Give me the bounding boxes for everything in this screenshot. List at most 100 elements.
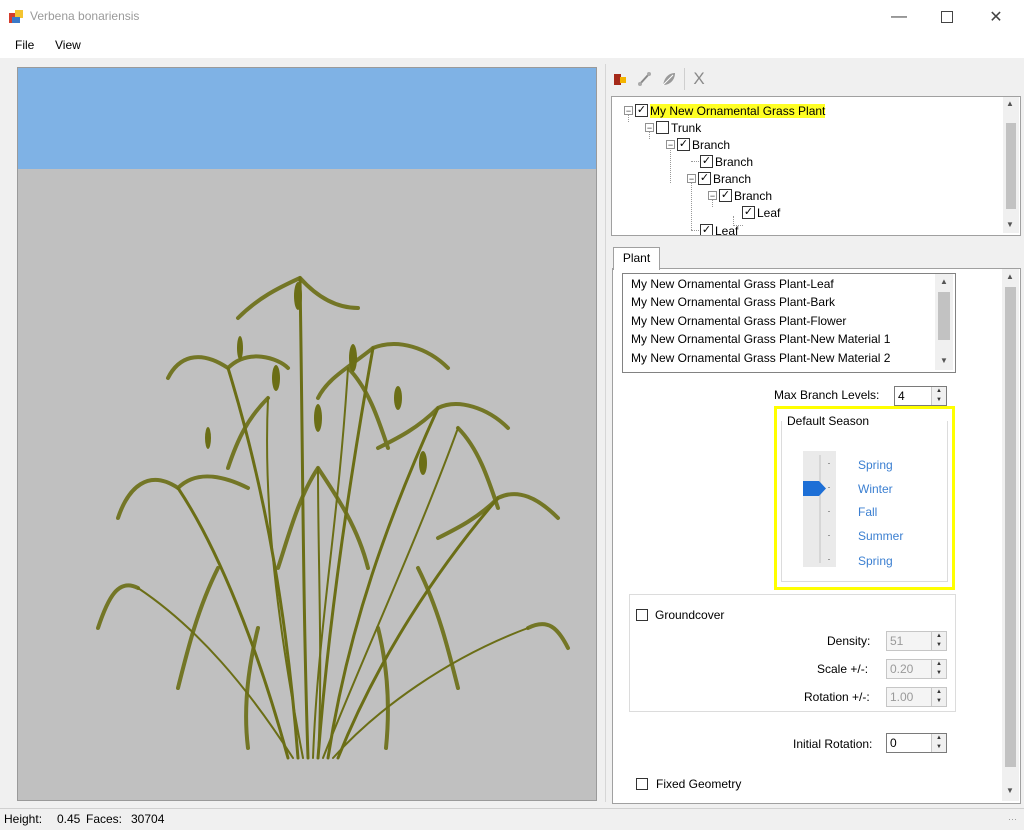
- fixed-geometry-checkbox[interactable]: [636, 778, 648, 790]
- tree-checkbox[interactable]: ✓: [700, 224, 713, 235]
- collapse-icon[interactable]: −: [687, 174, 696, 184]
- delete-icon[interactable]: X: [690, 69, 708, 88]
- leaf-icon[interactable]: [660, 70, 678, 88]
- scroll-down-icon[interactable]: ▼: [1006, 220, 1014, 229]
- spin-arrows-icon[interactable]: ▲ ▼: [931, 632, 946, 650]
- tree-node-trunk[interactable]: − Trunk: [645, 119, 701, 136]
- tree-checkbox[interactable]: ✓: [700, 155, 713, 168]
- list-item[interactable]: My New Ornamental Grass Plant-Leaf: [631, 277, 834, 291]
- tree-connector: [670, 148, 671, 183]
- spin-arrows-icon[interactable]: ▲ ▼: [931, 734, 946, 752]
- scale-value: 0.20: [890, 662, 914, 676]
- tree-checkbox[interactable]: ✓: [742, 206, 755, 219]
- tree-node-leaf[interactable]: ✓ Leaf: [700, 222, 739, 236]
- tree-node-root[interactable]: − ✓ My New Ornamental Grass Plant: [624, 102, 826, 119]
- scale-stepper[interactable]: 0.20 ▲ ▼: [886, 659, 947, 679]
- plant-viewport[interactable]: [17, 67, 597, 801]
- initial-rotation-stepper[interactable]: 0 ▲ ▼: [886, 733, 947, 753]
- tree-node-branch[interactable]: − ✓ Branch: [666, 136, 730, 153]
- max-branch-levels-stepper[interactable]: 4 ▲ ▼: [894, 386, 947, 406]
- menu-file[interactable]: File: [15, 38, 34, 52]
- menu-bar: [0, 34, 1024, 58]
- maximize-icon: [941, 11, 953, 23]
- season-option[interactable]: Winter: [858, 482, 893, 496]
- minimize-icon: —: [891, 8, 907, 25]
- tree-node-label: Trunk: [671, 120, 702, 135]
- faces-label: Faces:: [86, 812, 123, 826]
- tab-plant[interactable]: Plant: [613, 247, 660, 270]
- scale-label: Scale +/-:: [817, 662, 869, 676]
- scroll-up-icon[interactable]: ▲: [1006, 99, 1014, 108]
- faces-value: 30704: [131, 812, 165, 826]
- season-option[interactable]: Spring: [858, 554, 893, 568]
- spin-arrows-icon[interactable]: ▲ ▼: [931, 660, 946, 678]
- material-list-scrollbar[interactable]: ▲ ▼: [935, 274, 953, 370]
- rotation-stepper[interactable]: 1.00 ▲ ▼: [886, 687, 947, 707]
- list-item[interactable]: My New Ornamental Grass Plant-New Materi…: [631, 351, 890, 365]
- maximize-button[interactable]: [924, 0, 970, 34]
- minimize-button[interactable]: —: [876, 0, 922, 34]
- material-list[interactable]: My New Ornamental Grass Plant-Leaf My Ne…: [622, 273, 956, 373]
- scroll-up-icon[interactable]: ▲: [940, 277, 948, 286]
- scroll-down-icon[interactable]: ▼: [940, 356, 948, 365]
- bone-icon[interactable]: [636, 70, 654, 88]
- menu-view[interactable]: View: [55, 38, 81, 52]
- season-option[interactable]: Spring: [858, 458, 893, 472]
- collapse-icon[interactable]: −: [666, 140, 675, 150]
- panel-scrollbar[interactable]: ▲ ▼: [1002, 269, 1019, 801]
- season-option[interactable]: Fall: [858, 505, 877, 519]
- spin-arrows-icon[interactable]: ▲ ▼: [931, 688, 946, 706]
- scroll-up-icon[interactable]: ▲: [1006, 272, 1014, 281]
- spin-arrows-icon[interactable]: ▲ ▼: [931, 387, 946, 405]
- tree-node-branch[interactable]: ✓ Branch: [700, 153, 753, 170]
- tree-node-branch[interactable]: − ✓ Branch: [708, 187, 772, 204]
- tree-node-label: Leaf: [757, 205, 781, 220]
- scroll-thumb[interactable]: [938, 292, 950, 340]
- groundcover-label: Groundcover: [655, 608, 725, 622]
- tree-node-label: Branch: [734, 188, 773, 203]
- list-item[interactable]: My New Ornamental Grass Plant-Flower: [631, 314, 846, 328]
- list-item[interactable]: My New Ornamental Grass Plant-Bark: [631, 295, 835, 309]
- collapse-icon[interactable]: −: [645, 123, 654, 133]
- slider-tick: [828, 487, 830, 488]
- plant-icon[interactable]: [611, 70, 629, 88]
- tree-checkbox[interactable]: [656, 121, 669, 134]
- tree-node-leaf[interactable]: ✓ Leaf: [742, 204, 780, 221]
- collapse-icon[interactable]: −: [708, 191, 717, 201]
- initial-rotation-value: 0: [890, 736, 897, 750]
- tree-node-label: My New Ornamental Grass Plant: [650, 103, 826, 118]
- max-branch-levels-value: 4: [898, 389, 905, 403]
- resize-grip-icon[interactable]: ⋯: [1008, 814, 1017, 825]
- density-value: 51: [890, 634, 904, 648]
- tree-checkbox[interactable]: ✓: [635, 104, 648, 117]
- height-value: 0.45: [57, 812, 81, 826]
- collapse-icon[interactable]: −: [624, 106, 633, 116]
- density-label: Density:: [827, 634, 871, 648]
- tree-node-label: Branch: [715, 154, 754, 169]
- slider-tick: [828, 511, 830, 512]
- scroll-down-icon[interactable]: ▼: [1006, 786, 1014, 795]
- rotation-value: 1.00: [890, 690, 914, 704]
- close-button[interactable]: ✕: [973, 0, 1019, 34]
- tree-checkbox[interactable]: ✓: [698, 172, 711, 185]
- tree-checkbox[interactable]: ✓: [677, 138, 690, 151]
- season-slider[interactable]: [803, 451, 836, 567]
- tree-node-label: Leaf: [715, 223, 739, 236]
- scroll-thumb[interactable]: [1005, 287, 1016, 767]
- tree-node-branch[interactable]: − ✓ Branch: [687, 170, 751, 187]
- plant-tree[interactable]: − ✓ My New Ornamental Grass Plant − Trun…: [611, 96, 1021, 236]
- toolbar-separator: [684, 68, 685, 90]
- tree-node-label: Branch: [692, 137, 731, 152]
- density-stepper[interactable]: 51 ▲ ▼: [886, 631, 947, 651]
- list-item[interactable]: My New Ornamental Grass Plant-New Materi…: [631, 332, 890, 346]
- slider-tick: [828, 463, 830, 464]
- slider-track: [819, 455, 821, 563]
- groundcover-checkbox[interactable]: [636, 609, 648, 621]
- tree-scrollbar[interactable]: ▲ ▼: [1003, 97, 1019, 233]
- season-slider-thumb[interactable]: [803, 481, 827, 499]
- season-option[interactable]: Summer: [858, 529, 903, 543]
- close-icon: ✕: [989, 9, 1003, 26]
- height-label: Height:: [4, 812, 43, 826]
- tree-checkbox[interactable]: ✓: [719, 189, 732, 202]
- scroll-thumb[interactable]: [1006, 123, 1016, 209]
